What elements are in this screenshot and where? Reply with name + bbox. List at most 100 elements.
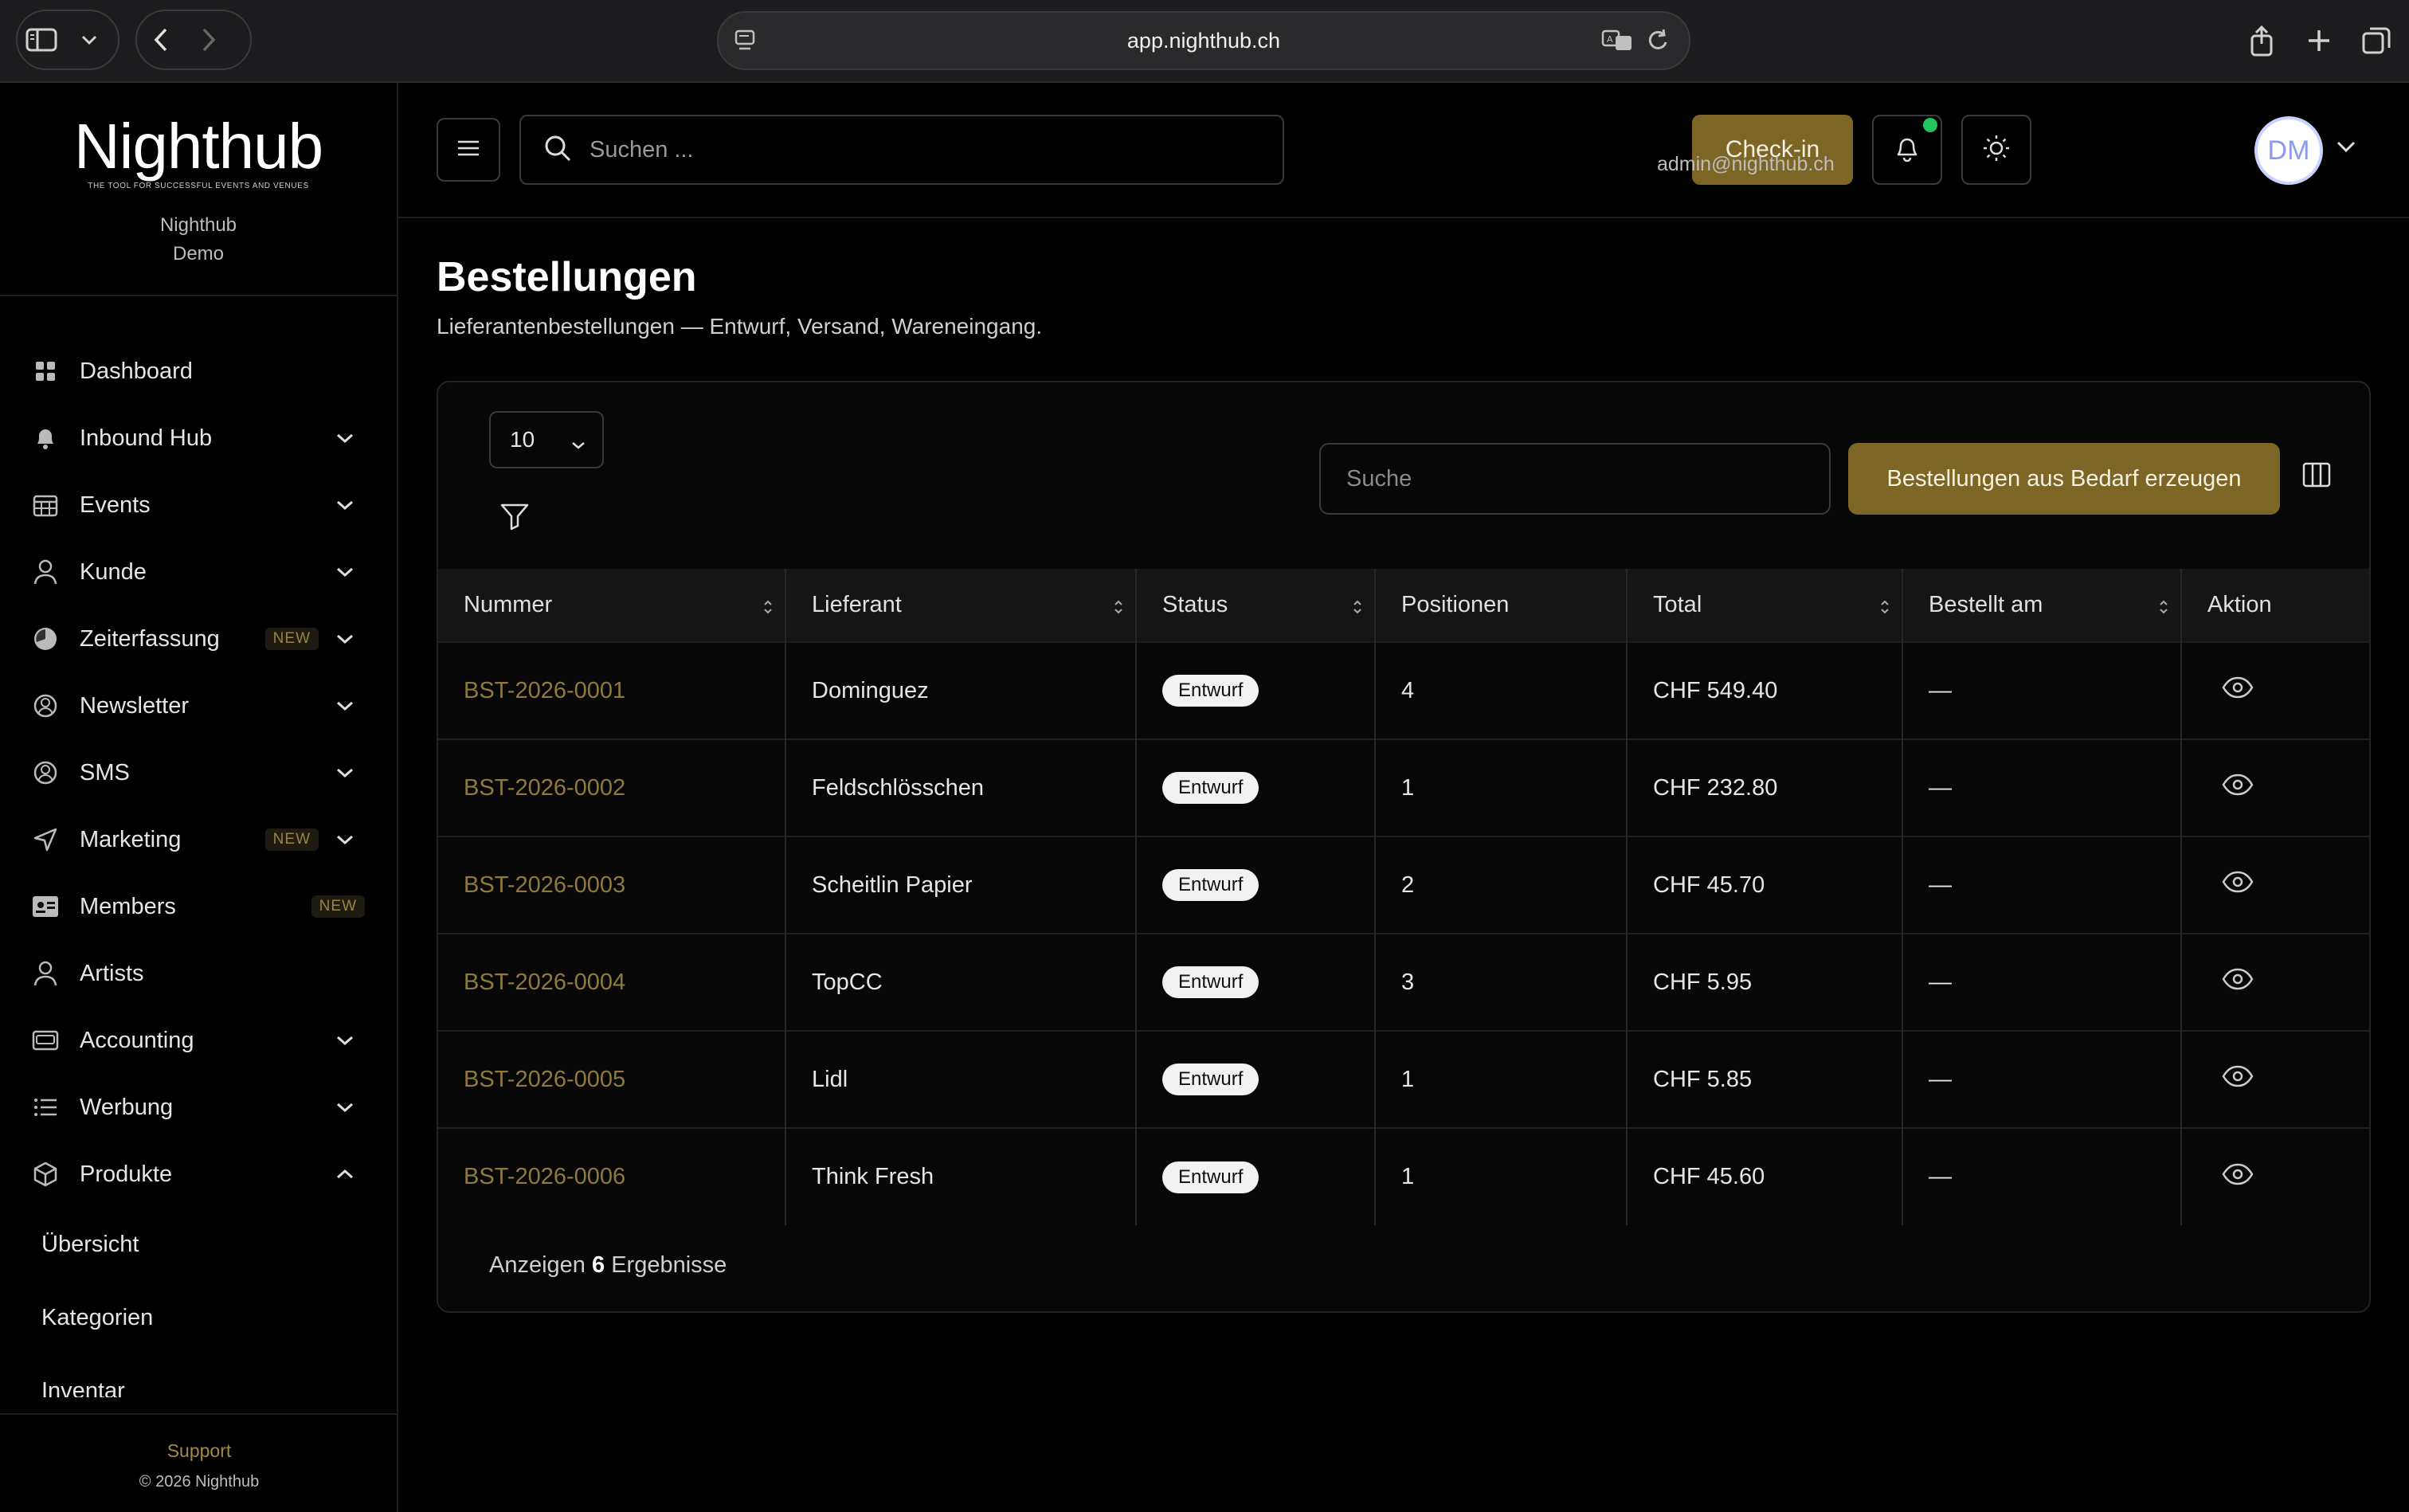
forward-arrow-icon[interactable]	[185, 11, 233, 69]
share-icon[interactable]	[2240, 13, 2283, 69]
chevron-down-icon[interactable]	[333, 493, 357, 517]
back-arrow-icon[interactable]	[137, 11, 185, 69]
table-search-input[interactable]	[1346, 465, 1808, 492]
avatar[interactable]: DM	[2254, 116, 2323, 185]
order-number-link[interactable]: BST-2026-0006	[464, 1164, 625, 1189]
results-prefix: Anzeigen	[489, 1252, 586, 1278]
org-name: Nighthub Demo	[0, 211, 397, 268]
chevron-down-icon[interactable]	[333, 761, 357, 785]
bell-icon	[1894, 134, 1921, 166]
sort-icon[interactable]	[762, 596, 774, 622]
chevron-down-icon[interactable]	[65, 11, 113, 69]
sidebar-item-label: Events	[80, 492, 151, 518]
supplier-cell: Dominguez	[785, 641, 1137, 739]
column-header-total[interactable]: Total	[1627, 569, 1903, 642]
chevron-down-icon[interactable]	[333, 828, 357, 852]
sidebar-item-members[interactable]: Members NEW	[0, 873, 398, 940]
reload-icon[interactable]	[1646, 26, 1671, 59]
translate-icon[interactable]: A	[1601, 26, 1633, 59]
generate-orders-button[interactable]: Bestellungen aus Bedarf erzeugen	[1848, 443, 2280, 515]
logo[interactable]: Nighthub	[0, 115, 397, 178]
sidebar-toggle-icon[interactable]	[18, 11, 65, 69]
sidebar-item-dashboard[interactable]: Dashboard	[0, 338, 398, 405]
order-number-link[interactable]: BST-2026-0003	[464, 872, 625, 898]
global-search[interactable]	[519, 115, 1284, 185]
order-number-link[interactable]: BST-2026-0001	[464, 678, 625, 703]
tab-overview-icon[interactable]	[2355, 13, 2398, 69]
total-cell: CHF 232.80	[1627, 738, 1903, 836]
order-number-link[interactable]: BST-2026-0004	[464, 969, 625, 995]
eye-icon[interactable]	[2222, 1065, 2254, 1093]
positions-cell: 2	[1375, 836, 1628, 934]
column-header-status[interactable]: Status	[1136, 569, 1376, 642]
chevron-up-icon[interactable]	[333, 1162, 357, 1186]
table-row: BST-2026-0003 Scheitlin Papier Entwurf 2…	[438, 836, 2369, 934]
table-search[interactable]	[1319, 443, 1831, 515]
sidebar-item-label: Artists	[80, 960, 144, 986]
new-badge: NEW	[311, 895, 365, 918]
search-input[interactable]	[590, 136, 1243, 163]
total-cell: CHF 45.70	[1627, 836, 1903, 934]
sort-icon[interactable]	[1113, 596, 1124, 622]
chevron-down-icon[interactable]	[2336, 140, 2356, 157]
sidebar-item-sms[interactable]: SMS	[0, 739, 398, 806]
page-menu-icon[interactable]	[731, 26, 760, 59]
sort-icon[interactable]	[1879, 596, 1890, 622]
sidebar-toggle-group[interactable]	[16, 10, 119, 70]
eye-icon[interactable]	[2222, 774, 2254, 801]
menu-button[interactable]	[437, 118, 500, 182]
eye-icon[interactable]	[2222, 871, 2254, 899]
eye-icon[interactable]	[2222, 1163, 2254, 1191]
sidebar-item-werbung[interactable]: Werbung	[0, 1074, 398, 1141]
chevron-down-icon[interactable]	[333, 560, 357, 584]
sidebar-item-kunde[interactable]: Kunde	[0, 539, 398, 605]
ordered-at-cell: —	[1902, 836, 2182, 934]
calendar-icon	[32, 492, 59, 519]
column-header-bestellt-am[interactable]: Bestellt am	[1902, 569, 2182, 642]
chevron-down-icon[interactable]	[333, 1028, 357, 1052]
column-header-lieferant[interactable]: Lieferant	[785, 569, 1137, 642]
sidebar-item-accounting[interactable]: Accounting	[0, 1007, 398, 1074]
sidebar-item-label: Zeiterfassung	[80, 625, 220, 652]
columns-icon[interactable]	[2302, 462, 2331, 492]
sort-icon[interactable]	[2158, 596, 2169, 622]
sidebar-subitem-uebersicht[interactable]: Übersicht	[0, 1208, 398, 1281]
new-badge: NEW	[264, 628, 319, 650]
user-email[interactable]: admin@nighthub.ch	[1657, 153, 1835, 176]
sidebar-item-artists[interactable]: Artists	[0, 940, 398, 1007]
positions-cell: 1	[1375, 1127, 1628, 1225]
eye-icon[interactable]	[2222, 676, 2254, 704]
sidebar-item-inbound-hub[interactable]: Inbound Hub	[0, 405, 398, 472]
wallet-icon	[32, 1027, 59, 1054]
theme-toggle-button[interactable]	[1961, 115, 2031, 185]
sidebar-subitem-inventar[interactable]: Inventar	[0, 1354, 398, 1398]
chevron-down-icon[interactable]	[333, 1095, 357, 1119]
sidebar-item-zeiterfassung[interactable]: Zeiterfassung NEW	[0, 605, 398, 672]
sort-icon[interactable]	[1352, 596, 1363, 622]
notifications-button[interactable]	[1872, 115, 1942, 185]
new-tab-plus-icon[interactable]	[2297, 13, 2340, 69]
sidebar-item-newsletter[interactable]: Newsletter	[0, 672, 398, 739]
order-number-link[interactable]: BST-2026-0002	[464, 775, 625, 801]
results-count: Anzeigen 6 Ergebnisse	[489, 1252, 727, 1279]
sidebar-item-marketing[interactable]: Marketing NEW	[0, 806, 398, 873]
sidebar-subitem-kategorien[interactable]: Kategorien	[0, 1281, 398, 1354]
chevron-down-icon[interactable]	[333, 627, 357, 651]
newsletter-icon	[32, 692, 59, 719]
url-text[interactable]: app.nighthub.ch	[1127, 29, 1280, 53]
column-header-nummer[interactable]: Nummer	[438, 569, 786, 642]
eye-icon[interactable]	[2222, 968, 2254, 996]
support-link[interactable]: Support	[0, 1440, 398, 1462]
table-row: BST-2026-0005 Lidl Entwurf 1 CHF 5.85 —	[438, 1030, 2369, 1128]
supplier-cell: Think Fresh	[785, 1127, 1137, 1225]
per-page-select[interactable]: 10	[489, 411, 604, 468]
chevron-down-icon[interactable]	[333, 426, 357, 450]
sidebar-item-events[interactable]: Events	[0, 472, 398, 539]
new-badge: NEW	[264, 828, 319, 851]
order-number-link[interactable]: BST-2026-0005	[464, 1067, 625, 1092]
address-bar[interactable]: app.nighthub.ch A	[717, 11, 1690, 70]
chevron-down-icon[interactable]	[333, 694, 357, 718]
filter-icon[interactable]	[499, 500, 531, 536]
hamburger-icon	[456, 139, 480, 161]
sidebar-item-produkte[interactable]: Produkte	[0, 1141, 398, 1208]
